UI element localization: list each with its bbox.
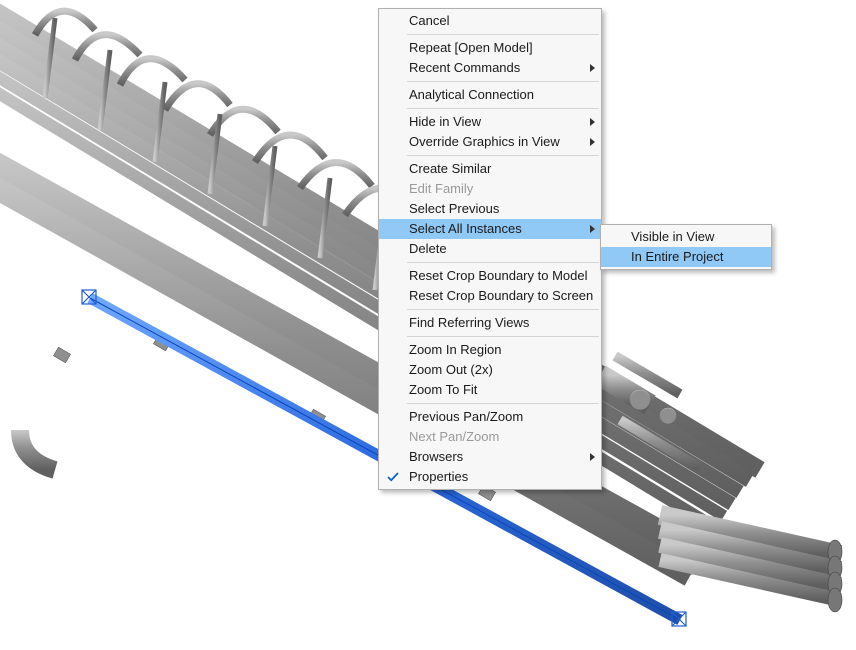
chevron-right-icon bbox=[590, 118, 595, 126]
menu-zoom-to-fit-label: Zoom To Fit bbox=[409, 382, 477, 397]
menu-create-similar[interactable]: Create Similar bbox=[379, 159, 601, 179]
menu-browsers-label: Browsers bbox=[409, 449, 463, 464]
menu-separator bbox=[407, 309, 599, 310]
menu-override-graphics[interactable]: Override Graphics in View bbox=[379, 132, 601, 152]
chevron-right-icon bbox=[590, 138, 595, 146]
submenu-visible-in-view[interactable]: Visible in View bbox=[601, 227, 771, 247]
menu-edit-family: Edit Family bbox=[379, 179, 601, 199]
menu-select-all-instances-label: Select All Instances bbox=[409, 221, 522, 236]
menu-create-similar-label: Create Similar bbox=[409, 161, 491, 176]
submenu-select-all-instances: Visible in View In Entire Project bbox=[600, 224, 772, 270]
menu-repeat-label: Repeat [Open Model] bbox=[409, 40, 533, 55]
menu-analytical-connection-label: Analytical Connection bbox=[409, 87, 534, 102]
menu-edit-family-label: Edit Family bbox=[409, 181, 473, 196]
menu-reset-crop-screen[interactable]: Reset Crop Boundary to Screen bbox=[379, 286, 601, 306]
menu-properties-label: Properties bbox=[409, 469, 468, 484]
menu-reset-crop-screen-label: Reset Crop Boundary to Screen bbox=[409, 288, 593, 303]
menu-select-previous[interactable]: Select Previous bbox=[379, 199, 601, 219]
submenu-in-entire-project-label: In Entire Project bbox=[631, 249, 724, 264]
menu-select-previous-label: Select Previous bbox=[409, 201, 499, 216]
menu-next-pan-zoom-label: Next Pan/Zoom bbox=[409, 429, 499, 444]
menu-find-referring[interactable]: Find Referring Views bbox=[379, 313, 601, 333]
menu-zoom-out[interactable]: Zoom Out (2x) bbox=[379, 360, 601, 380]
viewport-3d[interactable]: Cancel Repeat [Open Model] Recent Comman… bbox=[0, 0, 856, 650]
menu-hide-in-view[interactable]: Hide in View bbox=[379, 112, 601, 132]
chevron-right-icon bbox=[590, 453, 595, 461]
menu-cancel-label: Cancel bbox=[409, 13, 449, 28]
check-icon bbox=[387, 471, 399, 483]
menu-separator bbox=[407, 108, 599, 109]
menu-reset-crop-model-label: Reset Crop Boundary to Model bbox=[409, 268, 587, 283]
submenu-in-entire-project[interactable]: In Entire Project bbox=[601, 247, 771, 267]
menu-cancel[interactable]: Cancel bbox=[379, 11, 601, 31]
menu-separator bbox=[407, 336, 599, 337]
menu-analytical-connection[interactable]: Analytical Connection bbox=[379, 85, 601, 105]
chevron-right-icon bbox=[590, 225, 595, 233]
context-menu: Cancel Repeat [Open Model] Recent Comman… bbox=[378, 8, 602, 490]
menu-hide-in-view-label: Hide in View bbox=[409, 114, 481, 129]
menu-properties[interactable]: Properties bbox=[379, 467, 601, 487]
menu-separator bbox=[407, 155, 599, 156]
menu-find-referring-label: Find Referring Views bbox=[409, 315, 529, 330]
menu-previous-pan-zoom[interactable]: Previous Pan/Zoom bbox=[379, 407, 601, 427]
menu-zoom-to-fit[interactable]: Zoom To Fit bbox=[379, 380, 601, 400]
menu-reset-crop-model[interactable]: Reset Crop Boundary to Model bbox=[379, 266, 601, 286]
menu-browsers[interactable]: Browsers bbox=[379, 447, 601, 467]
menu-recent-commands-label: Recent Commands bbox=[409, 60, 520, 75]
chevron-right-icon bbox=[590, 64, 595, 72]
menu-previous-pan-zoom-label: Previous Pan/Zoom bbox=[409, 409, 523, 424]
menu-zoom-in-region-label: Zoom In Region bbox=[409, 342, 502, 357]
menu-select-all-instances[interactable]: Select All Instances bbox=[379, 219, 601, 239]
menu-zoom-in-region[interactable]: Zoom In Region bbox=[379, 340, 601, 360]
menu-delete[interactable]: Delete bbox=[379, 239, 601, 259]
menu-recent-commands[interactable]: Recent Commands bbox=[379, 58, 601, 78]
menu-separator bbox=[407, 81, 599, 82]
menu-separator bbox=[407, 34, 599, 35]
menu-override-graphics-label: Override Graphics in View bbox=[409, 134, 560, 149]
menu-delete-label: Delete bbox=[409, 241, 447, 256]
menu-separator bbox=[407, 403, 599, 404]
menu-separator bbox=[407, 262, 599, 263]
menu-zoom-out-label: Zoom Out (2x) bbox=[409, 362, 493, 377]
submenu-visible-in-view-label: Visible in View bbox=[631, 229, 714, 244]
menu-repeat[interactable]: Repeat [Open Model] bbox=[379, 38, 601, 58]
menu-next-pan-zoom: Next Pan/Zoom bbox=[379, 427, 601, 447]
